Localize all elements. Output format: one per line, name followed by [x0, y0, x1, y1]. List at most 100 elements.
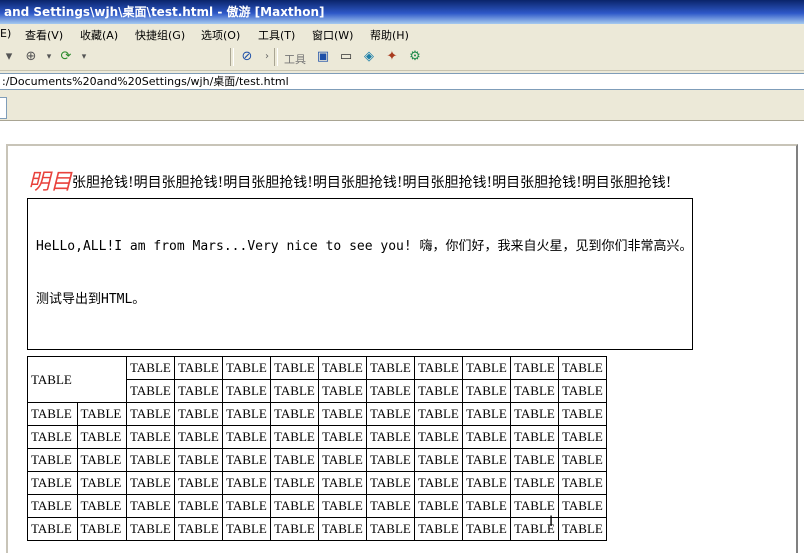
table-cell: TABLE — [27, 517, 78, 541]
table-cell: TABLE — [222, 448, 271, 472]
table-cell: TABLE — [558, 494, 607, 518]
table-cell: TABLE — [27, 356, 127, 403]
table-cell: TABLE — [174, 379, 223, 403]
menu-groups[interactable]: 快捷组(G) — [135, 27, 185, 43]
table-cell: TABLE — [366, 425, 415, 449]
table-cell: TABLE — [174, 356, 223, 380]
table-cell: TABLE — [510, 356, 559, 380]
table-cell: TABLE — [270, 379, 319, 403]
menu-options[interactable]: 选项(O) — [201, 27, 240, 43]
greeting-text: HeLLo,ALL!I am from Mars...Very nice to … — [36, 239, 693, 254]
table-cell: TABLE — [27, 494, 78, 518]
table-cell: TABLE — [462, 494, 511, 518]
table-cell: TABLE — [76, 517, 127, 541]
gear-tool-icon[interactable]: ⚙ — [406, 48, 424, 66]
menu-help[interactable]: 帮助(H) — [370, 27, 409, 43]
forward-dropdown-icon[interactable]: ▾ — [40, 48, 58, 66]
back-dropdown-icon[interactable]: ▾ — [0, 48, 18, 66]
table-cell: TABLE — [366, 448, 415, 472]
table-cell: TABLE — [126, 379, 175, 403]
table-cell: TABLE — [27, 425, 78, 449]
window-icon[interactable]: ▭ — [337, 48, 355, 66]
toolbar: ▾ ⊕ ▾ ⟳ ▾ ⊘ › 工具 ▣ ▭ ◈ ✦ ⚙ — [0, 45, 804, 71]
table-cell: TABLE — [414, 448, 463, 472]
table-cell: TABLE — [558, 471, 607, 495]
table-cell: TABLE — [558, 379, 607, 403]
table-cell: TABLE — [270, 425, 319, 449]
monitor-icon[interactable]: ▣ — [314, 48, 332, 66]
table-cell: TABLE — [318, 356, 367, 380]
address-input[interactable]: :/Documents%20and%20Settings/wjh/桌面/test… — [0, 73, 804, 90]
table-cell: TABLE — [510, 517, 559, 541]
table-row: TABLE TABLE TABLE TABLE TABLE TABLE TABLE TABLE… — [27, 494, 607, 518]
table-cell: TABLE — [366, 494, 415, 518]
table-cell: TABLE — [414, 379, 463, 403]
table-cell: TABLE — [558, 448, 607, 472]
table-cell: TABLE — [462, 471, 511, 495]
table-cell: TABLE — [558, 402, 607, 426]
table-cell: TABLE — [366, 356, 415, 380]
table-cell: TABLE — [462, 517, 511, 541]
table-cell: TABLE — [222, 517, 271, 541]
marquee-body: 张胆抢钱!明目张胆抢钱!明目张胆抢钱!明目张胆抢钱!明目张胆抢钱!明目张胆抢钱!… — [72, 175, 672, 191]
table-cell: TABLE — [558, 356, 607, 380]
address-bar: :/Documents%20and%20Settings/wjh/桌面/test… — [0, 71, 804, 93]
table-cell: TABLE — [462, 356, 511, 380]
table-cell: TABLE — [510, 471, 559, 495]
table-cell: TABLE — [462, 402, 511, 426]
table-cell: TABLE — [318, 494, 367, 518]
table-cell: TABLE — [558, 425, 607, 449]
table-row: TABLE TABLE TABLE TABLE TABLE TABLE TABLE TABLE… — [27, 517, 607, 541]
table-cell: TABLE — [222, 425, 271, 449]
safari-icon[interactable]: ⊘ — [238, 48, 256, 66]
table-cell: TABLE — [510, 494, 559, 518]
tab-current[interactable] — [0, 97, 7, 119]
table-cell: TABLE — [510, 425, 559, 449]
cube-icon[interactable]: ◈ — [360, 48, 378, 66]
table-cell: TABLE — [318, 471, 367, 495]
table-cell: TABLE — [318, 402, 367, 426]
table-cell: TABLE — [126, 402, 175, 426]
window-title-bar: and Settings\wjh\桌面\test.html - 傲游 [Maxt… — [0, 0, 804, 24]
menu-edit[interactable]: E) — [0, 27, 11, 40]
table-cell: TABLE — [222, 471, 271, 495]
table-cell: TABLE — [510, 402, 559, 426]
table-cell: TABLE — [270, 448, 319, 472]
refresh-icon[interactable]: ⟳ — [57, 48, 75, 66]
puzzle-icon[interactable]: ✦ — [383, 48, 401, 66]
text-box: HeLLo,ALL!I am from Mars...Very nice to … — [27, 198, 693, 350]
table-cell: TABLE — [366, 379, 415, 403]
toolbar-separator — [274, 48, 278, 66]
window-title: and Settings\wjh\桌面\test.html - 傲游 [Maxt… — [4, 5, 325, 19]
table-cell: TABLE — [76, 494, 127, 518]
table-cell: TABLE — [558, 517, 607, 541]
table-cell: TABLE — [222, 402, 271, 426]
menu-favorites[interactable]: 收藏(A) — [80, 27, 118, 43]
forward-icon[interactable]: ⊕ — [22, 48, 40, 66]
tools-label: 工具 — [284, 53, 306, 66]
table-cell: TABLE — [222, 356, 271, 380]
table-cell: TABLE — [318, 379, 367, 403]
table-cell: TABLE — [270, 356, 319, 380]
marquee-text: 明目张胆抢钱!明目张胆抢钱!明目张胆抢钱!明目张胆抢钱!明目张胆抢钱!明目张胆抢… — [28, 164, 788, 194]
table-cell: TABLE — [414, 494, 463, 518]
table-cell: TABLE — [126, 517, 175, 541]
table-cell: TABLE — [27, 448, 78, 472]
table-cell: TABLE — [174, 425, 223, 449]
table-cell: TABLE — [462, 425, 511, 449]
table-cell: TABLE — [174, 402, 223, 426]
table-cell: TABLE — [126, 448, 175, 472]
tab-bar — [0, 93, 804, 121]
menu-view[interactable]: 查看(V) — [25, 27, 63, 43]
menu-window[interactable]: 窗口(W) — [312, 27, 353, 43]
table-cell: TABLE — [462, 448, 511, 472]
table-row: TABLE TABLE TABLE TABLE TABLE TABLE TABLE TABLE… — [27, 356, 607, 403]
table-row: TABLE TABLE TABLE TABLE TABLE TABLE TABLE TABLE… — [27, 425, 607, 449]
menu-tools[interactable]: 工具(T) — [258, 27, 295, 43]
refresh-dropdown-icon[interactable]: ▾ — [75, 48, 93, 66]
table-cell: TABLE — [174, 494, 223, 518]
table-cell: TABLE — [27, 402, 78, 426]
table-cell: TABLE — [76, 448, 127, 472]
toolbar-separator — [230, 48, 234, 66]
menu-bar: E) 查看(V) 收藏(A) 快捷组(G) 选项(O) 工具(T) 窗口(W) … — [0, 24, 804, 45]
